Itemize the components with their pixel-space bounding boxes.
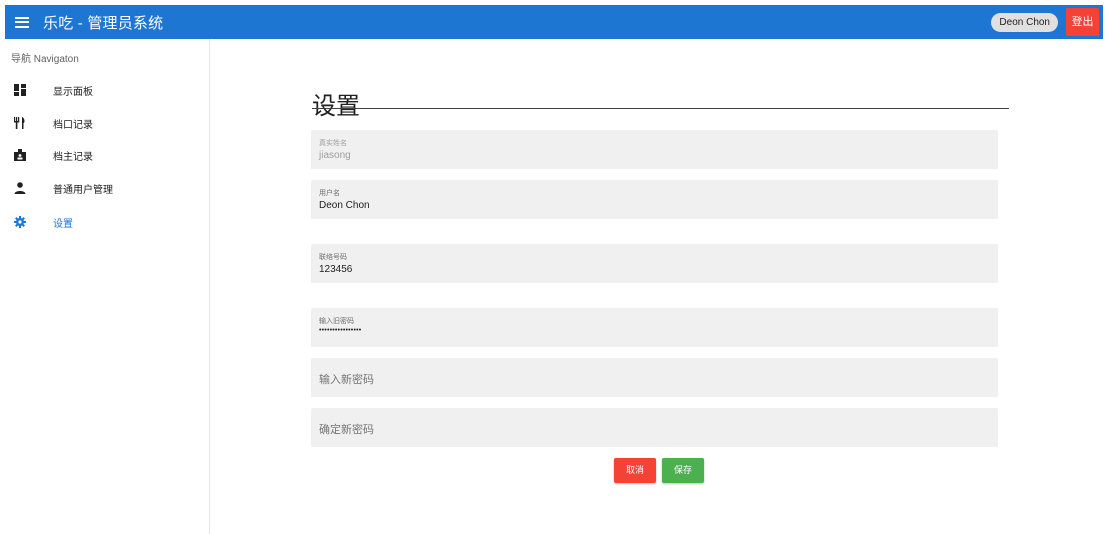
menu-icon[interactable] bbox=[15, 16, 29, 28]
app-bar: 乐吃 - 管理员系统 Deon Chon 登出 bbox=[5, 5, 1103, 39]
restaurant-icon bbox=[14, 117, 26, 129]
sidebar: 导航 Navigaton 显示面板 档口记录 档主记录 普通用户管理 设置 bbox=[0, 39, 210, 534]
real-name-field: 真实姓名 jiasong bbox=[311, 130, 998, 169]
person-icon bbox=[14, 182, 26, 194]
confirm-password-placeholder: 确定新密码 bbox=[319, 424, 374, 436]
old-password-field[interactable]: 输入旧密码 •••••••••••••••• bbox=[311, 308, 998, 347]
username-label: 用户名 bbox=[319, 190, 340, 197]
phone-value: 123456 bbox=[319, 264, 353, 275]
new-password-field[interactable]: 输入新密码 bbox=[311, 358, 998, 397]
app-title: 乐吃 - 管理员系统 bbox=[43, 14, 164, 32]
sidebar-item-dashboard[interactable]: 显示面板 bbox=[0, 75, 209, 105]
sidebar-item-label: 档主记录 bbox=[53, 151, 93, 163]
user-chip[interactable]: Deon Chon bbox=[991, 13, 1058, 32]
real-name-label: 真实姓名 bbox=[319, 140, 347, 147]
sidebar-item-label: 设置 bbox=[53, 218, 73, 230]
phone-field[interactable]: 联络号码 123456 bbox=[311, 244, 998, 283]
sidebar-item-owner-records[interactable]: 档主记录 bbox=[0, 140, 209, 170]
dashboard-icon bbox=[14, 84, 26, 96]
old-password-value: •••••••••••••••• bbox=[319, 327, 362, 334]
sidebar-item-label: 普通用户管理 bbox=[53, 184, 113, 196]
save-button[interactable]: 保存 bbox=[662, 458, 704, 483]
sidebar-item-label: 显示面板 bbox=[53, 86, 93, 98]
logout-button[interactable]: 登出 bbox=[1066, 8, 1099, 36]
nav-header: 导航 Navigaton bbox=[11, 54, 79, 65]
username-field[interactable]: 用户名 Deon Chon bbox=[311, 180, 998, 219]
badge-icon bbox=[14, 149, 26, 161]
sidebar-item-label: 档口记录 bbox=[53, 119, 93, 131]
title-divider bbox=[312, 108, 1009, 109]
sidebar-item-stall-records[interactable]: 档口记录 bbox=[0, 108, 209, 138]
sidebar-item-user-management[interactable]: 普通用户管理 bbox=[0, 173, 209, 203]
sidebar-item-settings[interactable]: 设置 bbox=[0, 207, 209, 237]
confirm-password-field[interactable]: 确定新密码 bbox=[311, 408, 998, 447]
cancel-button[interactable]: 取消 bbox=[614, 458, 656, 483]
phone-label: 联络号码 bbox=[319, 254, 347, 261]
page-title: 设置 bbox=[312, 93, 360, 120]
gear-icon bbox=[14, 216, 26, 228]
old-password-label: 输入旧密码 bbox=[319, 318, 354, 325]
username-value: Deon Chon bbox=[319, 200, 370, 211]
new-password-placeholder: 输入新密码 bbox=[319, 374, 374, 386]
real-name-value: jiasong bbox=[319, 150, 351, 161]
